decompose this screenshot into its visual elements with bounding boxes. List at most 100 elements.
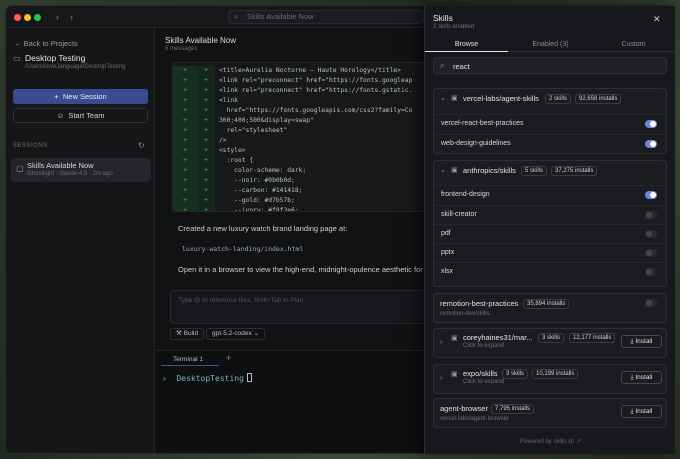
gutter-marker: + — [197, 126, 215, 136]
code-text: rel="stylesheet" — [219, 127, 288, 134]
skill-toggle[interactable] — [645, 249, 657, 257]
tab-browse[interactable]: Browse — [425, 37, 508, 52]
skill-toggle[interactable] — [645, 120, 657, 128]
folder-icon: ▭ — [13, 54, 21, 63]
package-icon: ▣ — [451, 371, 458, 378]
file-path[interactable]: luxury-watch-landing/index.html — [182, 245, 303, 253]
gutter-marker: + — [173, 206, 197, 211]
maximize-window-button[interactable] — [34, 14, 41, 21]
download-icon: ⤓ — [630, 338, 634, 345]
skills-count-badge: 5 skills — [521, 166, 548, 176]
gutter-marker: + — [197, 146, 215, 156]
skills-count-badge: 3 skills — [538, 333, 565, 343]
minimize-window-button[interactable] — [24, 14, 31, 21]
add-terminal-icon[interactable]: + — [226, 353, 231, 363]
repo-card-expo: › ▣ expo/skills 3 skills 10,199 installs… — [433, 364, 667, 394]
skill-name: pdf — [441, 230, 451, 237]
chevron-down-icon: ⌄ — [440, 95, 446, 102]
skills-panel: Skills 2 skills enabled ✕ Browse Enabled… — [424, 6, 676, 454]
chevron-right-icon[interactable]: › — [440, 375, 442, 382]
code-line: + + <link — [173, 96, 425, 106]
skill-toggle[interactable] — [645, 211, 657, 219]
code-line: + + --ivory: #f8f2e6; — [173, 206, 425, 211]
skill-source: vercel-labs/agent-browser — [440, 416, 510, 422]
skill-toggle[interactable] — [645, 140, 657, 148]
gutter-marker: + — [173, 76, 197, 86]
code-line: + + :root { — [173, 156, 425, 166]
installs-badge: 92,658 installs — [575, 94, 622, 104]
chevron-right-icon[interactable]: › — [440, 339, 442, 346]
skill-name: xlsx — [441, 268, 454, 275]
gutter-marker: + — [173, 196, 197, 206]
prompt-placeholder: Type @ to reference files, Shift+Tab to … — [178, 297, 304, 304]
skill-toggle[interactable] — [645, 191, 657, 199]
sidebar: ← Back to Projects ▭ Desktop Testing /Us… — [6, 28, 155, 453]
session-item[interactable]: ▢ Skills Available Now Ghostlight · clau… — [11, 158, 151, 182]
code-text: <style> — [219, 147, 246, 154]
build-mode-chip[interactable]: ⚒ Build — [170, 328, 205, 340]
terminal-tab[interactable]: Terminal 1 — [161, 354, 219, 366]
gutter-marker: + — [173, 136, 197, 146]
powered-by-link[interactable]: Powered by skills.sh ↗ — [425, 438, 676, 445]
install-button[interactable]: ⤓ Install — [621, 335, 662, 348]
skill-toggle[interactable] — [645, 230, 657, 238]
search-icon: ⌕ — [440, 61, 445, 70]
tab-custom[interactable]: Custom — [592, 37, 675, 52]
skills-enabled-count: 2 skills enabled — [433, 24, 475, 30]
repo-card-coreyhaines: › ▣ coreyhaines31/mar... 3 skills 12,177… — [433, 328, 667, 358]
refresh-icon[interactable]: ↻ — [138, 141, 145, 150]
close-icon[interactable]: ✕ — [653, 14, 661, 25]
gutter-marker: + — [197, 156, 215, 166]
new-session-button[interactable]: + New Session — [13, 89, 148, 104]
gutter-marker: + — [173, 156, 197, 166]
skills-search-input[interactable]: ⌕ react — [433, 57, 667, 74]
gutter-marker: + — [173, 106, 197, 116]
chevron-down-icon: ⌄ — [253, 330, 260, 337]
skill-name: vercel-react-best-practices — [441, 120, 524, 127]
start-team-button[interactable]: ☺ Start Team — [13, 108, 148, 123]
back-to-projects-link[interactable]: ← Back to Projects — [14, 39, 78, 48]
skill-toggle[interactable] — [645, 299, 657, 307]
download-icon: ⤓ — [630, 408, 634, 415]
repo-name: expo/skills — [463, 369, 498, 378]
terminal-cwd: DesktopTesting — [176, 374, 244, 383]
code-line: + + --gold: #d7b57b; — [173, 196, 425, 206]
chevron-down-icon: ⌄ — [440, 167, 446, 174]
skill-toggle[interactable] — [645, 268, 657, 276]
repo-header[interactable]: ⌄ ▣ vercel-labs/agent-skills 2 skills 92… — [434, 89, 668, 109]
model-select[interactable]: gpt-5.2-codex ⌄ — [206, 328, 266, 340]
sessions-heading: SESSIONS — [13, 143, 48, 149]
gutter-marker: + — [197, 176, 215, 186]
code-line: + + <link rel="preconnect" href="https://f… — [173, 76, 425, 86]
close-window-button[interactable] — [14, 14, 21, 21]
code-text: 300;400;500&display=swap" — [219, 117, 314, 124]
code-line: + + rel="stylesheet" — [173, 126, 425, 136]
installs-badge: 37,275 installs — [551, 166, 598, 176]
install-label: Install — [635, 338, 653, 345]
back-arrow-icon[interactable]: ‹ — [56, 12, 59, 22]
code-text: <link rel="preconnect" href="https://fon… — [219, 87, 413, 94]
repo-name: coreyhaines31/mar... — [463, 333, 533, 342]
tab-enabled[interactable]: Enabled (3) — [509, 37, 592, 52]
repo-header[interactable]: ⌄ ▣ anthropics/skills 5 skills 37,275 in… — [434, 161, 668, 181]
skills-tabs: Browse Enabled (3) Custom — [425, 37, 676, 52]
prompt-input[interactable]: Type @ to reference files, Shift+Tab to … — [170, 290, 428, 324]
install-label: Install — [635, 374, 653, 381]
code-text: --carbon: #141418; — [219, 187, 303, 194]
chat-icon: ▢ — [16, 164, 24, 173]
terminal-prompt: › — [162, 374, 167, 383]
install-button[interactable]: ⤓ Install — [621, 405, 662, 418]
skill-row: pptx — [434, 243, 668, 262]
gutter-marker: + — [173, 66, 197, 76]
code-line: + + <style> — [173, 146, 425, 156]
command-search-input[interactable]: ⌕ Skills Available Now — [228, 10, 424, 24]
gutter-marker: + — [197, 66, 215, 76]
code-text: <link — [219, 97, 238, 104]
skill-name: remotion-best-practices — [440, 299, 519, 308]
code-text: href="https://fonts.googleapis.com/css2?… — [219, 107, 413, 114]
gutter-marker: + — [197, 106, 215, 116]
terminal-line[interactable]: › DesktopTesting — [162, 373, 252, 383]
install-button[interactable]: ⤓ Install — [621, 371, 662, 384]
forward-arrow-icon[interactable]: › — [70, 12, 73, 22]
code-line: + +300;400;500&display=swap" — [173, 116, 425, 126]
